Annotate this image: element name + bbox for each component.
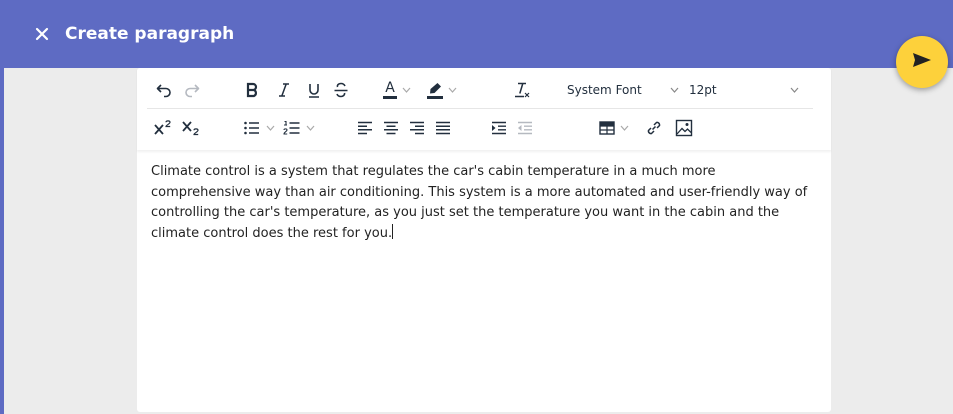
font-size-value: 12pt — [689, 83, 717, 97]
send-button[interactable] — [896, 36, 948, 88]
toolbar-row-2 — [147, 110, 813, 146]
superscript-icon[interactable] — [153, 118, 173, 138]
chevron-down-icon — [670, 87, 679, 93]
indent-icon[interactable] — [491, 118, 507, 138]
bullet-list-icon[interactable] — [243, 118, 275, 138]
align-left-icon[interactable] — [357, 118, 373, 138]
undo-icon[interactable] — [155, 80, 173, 100]
app-header: Create paragraph — [4, 0, 953, 68]
chevron-down-icon — [790, 87, 799, 93]
redo-icon[interactable] — [183, 80, 201, 100]
strikethrough-icon[interactable] — [333, 80, 349, 100]
align-center-icon[interactable] — [383, 118, 399, 138]
toolbar-row-1: A System Font 12pt — [147, 72, 813, 109]
rich-text-editor: A System Font 12pt Climate control is a … — [137, 68, 831, 412]
editor-toolbar: A System Font 12pt — [137, 68, 831, 150]
outdent-icon[interactable] — [517, 118, 533, 138]
page-title: Create paragraph — [65, 24, 235, 44]
link-icon[interactable] — [645, 118, 663, 138]
align-right-icon[interactable] — [409, 118, 425, 138]
send-icon — [912, 52, 932, 72]
text-cursor — [392, 223, 394, 239]
close-icon[interactable] — [34, 26, 50, 42]
image-icon[interactable] — [675, 118, 693, 138]
clear-formatting-icon[interactable] — [513, 80, 531, 100]
font-family-value: System Font — [567, 83, 642, 97]
text-color-label: A — [385, 80, 395, 96]
editor-content[interactable]: Climate control is a system that regulat… — [151, 162, 817, 244]
paragraph-text: Climate control is a system that regulat… — [151, 164, 808, 241]
numbered-list-icon[interactable] — [283, 118, 315, 138]
text-color-icon[interactable]: A — [383, 80, 411, 100]
font-family-select[interactable]: System Font — [567, 80, 683, 100]
table-icon[interactable] — [599, 118, 629, 138]
justify-icon[interactable] — [435, 118, 451, 138]
underline-icon[interactable] — [307, 80, 321, 100]
highlight-icon[interactable] — [427, 80, 457, 100]
bold-icon[interactable] — [245, 80, 259, 100]
font-size-select[interactable]: 12pt — [689, 80, 803, 100]
italic-icon[interactable] — [277, 80, 291, 100]
subscript-icon[interactable] — [181, 118, 201, 138]
